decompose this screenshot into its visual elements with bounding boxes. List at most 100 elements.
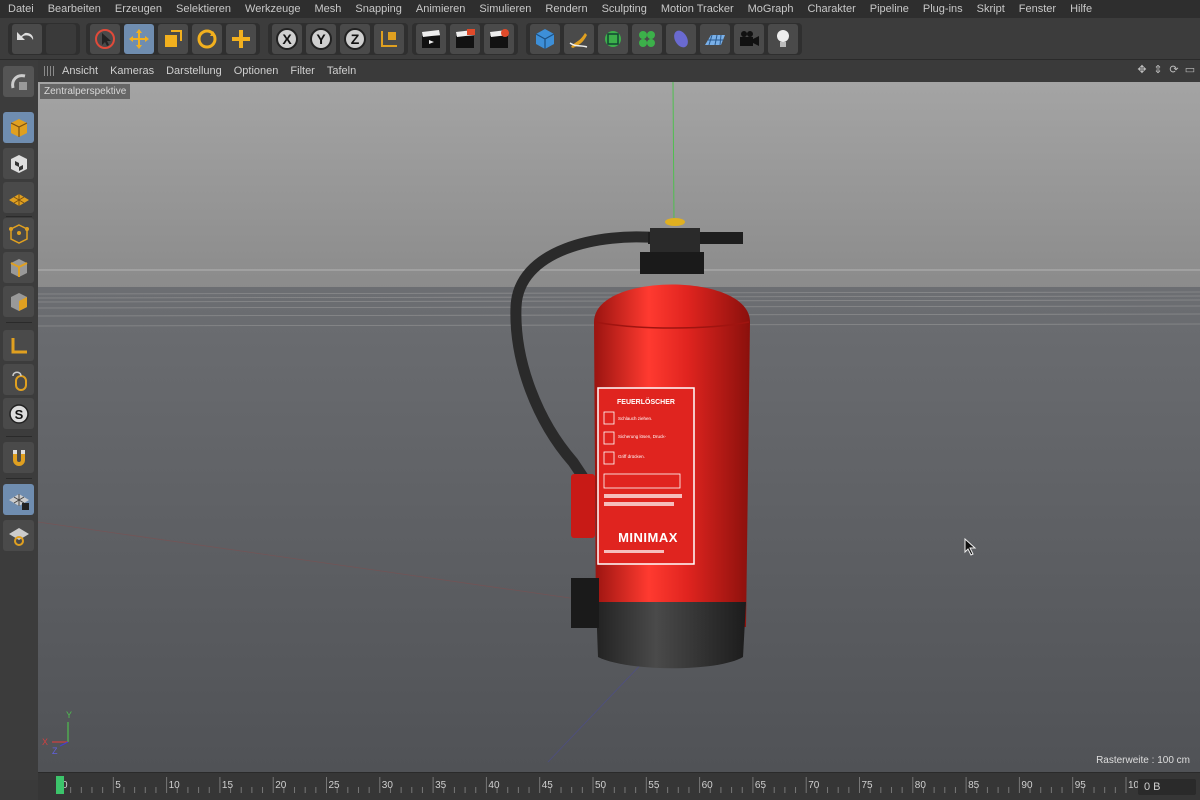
- rotate-view-icon[interactable]: ⟳: [1168, 64, 1180, 76]
- x-axis-button[interactable]: X: [272, 24, 302, 54]
- menu-animieren[interactable]: Animieren: [416, 3, 466, 15]
- viewport-menu-optionen[interactable]: Optionen: [234, 65, 279, 77]
- timeline-tick-label: 70: [808, 780, 820, 791]
- enable-snap-button[interactable]: [3, 442, 34, 473]
- menu-erzeugen[interactable]: Erzeugen: [115, 3, 162, 15]
- planar-workplane-button[interactable]: [3, 520, 34, 551]
- subdivision-surface-button[interactable]: [598, 24, 628, 54]
- viewport-menubar: Ansicht Kameras Darstellung Optionen Filter T…: [38, 60, 1200, 82]
- z-axis-icon: Z: [344, 28, 366, 50]
- palette-separator: [6, 478, 32, 479]
- timeline[interactable]: 0 5 10 15 20 25 30 35 40 45 50 55 60 65 70 75 80 85 90 95 10…: [38, 772, 1200, 800]
- edges-mode-button[interactable]: [3, 252, 34, 283]
- edges-cube-icon: [10, 258, 27, 277]
- valve-head: [650, 228, 700, 254]
- points-mode-button[interactable]: [3, 218, 34, 249]
- timeline-ruler[interactable]: 0 5 10 15 20 25 30 35 40 45 50 55 60 65 70 75 80 85 90 95 10…: [38, 773, 1138, 800]
- axis-mode-button[interactable]: [3, 330, 34, 361]
- menu-motion-tracker[interactable]: Motion Tracker: [661, 3, 734, 15]
- menu-snapping[interactable]: Snapping: [355, 3, 402, 15]
- menu-charakter[interactable]: Charakter: [807, 3, 855, 15]
- grid-orbit-icon: [8, 527, 29, 546]
- svg-text:Y: Y: [66, 710, 72, 720]
- y-axis-letter: Y: [316, 31, 326, 47]
- menu-hilfe[interactable]: Hilfe: [1070, 3, 1092, 15]
- brand-logo: MINIMAX: [618, 530, 678, 545]
- background-sky: [38, 82, 1200, 297]
- viewport-menu-tafeln[interactable]: Tafeln: [327, 65, 356, 77]
- render-group: [412, 23, 518, 55]
- menu-mesh[interactable]: Mesh: [314, 3, 341, 15]
- timeline-tick-label: 15: [222, 780, 234, 791]
- tweak-mode-button[interactable]: [3, 364, 34, 395]
- render-picture-viewer-button[interactable]: [450, 24, 480, 54]
- undo-icon: [17, 32, 34, 40]
- maximize-view-icon[interactable]: ▭: [1184, 64, 1196, 76]
- playhead-marker[interactable]: [56, 776, 64, 794]
- move-tool-button[interactable]: [124, 24, 154, 54]
- recent-tool-button[interactable]: [226, 24, 256, 54]
- timeline-tick-label: 95: [1075, 780, 1087, 791]
- make-editable-button[interactable]: [3, 66, 34, 97]
- panel-grip-icon[interactable]: [44, 66, 54, 76]
- make-editable-icon: [10, 73, 27, 90]
- viewport-menu-kameras[interactable]: Kameras: [110, 65, 154, 77]
- live-selection-button[interactable]: [90, 24, 120, 54]
- current-frame-field[interactable]: 0 B: [1138, 779, 1196, 795]
- axis-group: X Y Z: [268, 23, 408, 55]
- menu-simulieren[interactable]: Simulieren: [479, 3, 531, 15]
- coordinate-system-button[interactable]: [374, 24, 404, 54]
- cloner-button[interactable]: [632, 24, 662, 54]
- coordinate-system-icon: [381, 31, 397, 47]
- timeline-tick-label: 30: [382, 780, 394, 791]
- texture-mode-button[interactable]: [3, 148, 34, 179]
- spline-pen-button[interactable]: [564, 24, 594, 54]
- svg-text:S: S: [14, 407, 23, 422]
- menu-datei[interactable]: Datei: [8, 3, 34, 15]
- lightbulb-icon: [777, 30, 789, 47]
- palette-separator: [6, 322, 32, 323]
- render-view-button[interactable]: [416, 24, 446, 54]
- menu-mograph[interactable]: MoGraph: [748, 3, 794, 15]
- camera-object-button[interactable]: [734, 24, 764, 54]
- menu-pipeline[interactable]: Pipeline: [870, 3, 909, 15]
- rotate-tool-button[interactable]: [192, 24, 222, 54]
- label-title: FEUERLÖSCHER: [617, 397, 675, 406]
- menu-bearbeiten[interactable]: Bearbeiten: [48, 3, 101, 15]
- scale-tool-button[interactable]: [158, 24, 188, 54]
- deformer-button[interactable]: [666, 24, 696, 54]
- zoom-view-icon[interactable]: ⇕: [1152, 64, 1164, 76]
- main-toolbar: X Y Z: [0, 18, 1200, 60]
- label-step-2: Sicherung lösen, Druck-: [618, 434, 667, 439]
- 3d-viewport[interactable]: FEUERLÖSCHER Schlauch ziehen. Sicherung …: [38, 82, 1200, 772]
- menu-selektieren[interactable]: Selektieren: [176, 3, 231, 15]
- cube-object-button[interactable]: [530, 24, 560, 54]
- viewport-menu-darstellung[interactable]: Darstellung: [166, 65, 222, 77]
- menu-rendern[interactable]: Rendern: [545, 3, 587, 15]
- floor-button[interactable]: [700, 24, 730, 54]
- menu-fenster[interactable]: Fenster: [1019, 3, 1056, 15]
- menu-werkzeuge[interactable]: Werkzeuge: [245, 3, 300, 15]
- menu-plug-ins[interactable]: Plug-ins: [923, 3, 963, 15]
- viewport-menu-filter[interactable]: Filter: [290, 65, 314, 77]
- y-axis-button[interactable]: Y: [306, 24, 336, 54]
- menu-skript[interactable]: Skript: [977, 3, 1005, 15]
- snap-s-icon: S: [8, 403, 29, 424]
- z-axis-button[interactable]: Z: [340, 24, 370, 54]
- viewport-scene: FEUERLÖSCHER Schlauch ziehen. Sicherung …: [38, 82, 1200, 772]
- viewport-menu-items: Ansicht Kameras Darstellung Optionen Filter T…: [62, 65, 368, 77]
- locked-workplane-button[interactable]: [3, 484, 34, 515]
- render-settings-button[interactable]: [484, 24, 514, 54]
- light-object-button[interactable]: [768, 24, 798, 54]
- undo-button[interactable]: [12, 24, 42, 54]
- polygons-mode-button[interactable]: [3, 286, 34, 317]
- viewport-menu-ansicht[interactable]: Ansicht: [62, 65, 98, 77]
- redo-button[interactable]: [46, 24, 76, 54]
- timeline-tick-label: 55: [648, 780, 660, 791]
- menu-sculpting[interactable]: Sculpting: [602, 3, 647, 15]
- mode-palette: S: [0, 60, 38, 780]
- workplane-mode-button[interactable]: [3, 182, 34, 213]
- pan-view-icon[interactable]: ✥: [1136, 64, 1148, 76]
- snapping-button[interactable]: S: [3, 398, 34, 429]
- model-mode-button[interactable]: [3, 112, 34, 143]
